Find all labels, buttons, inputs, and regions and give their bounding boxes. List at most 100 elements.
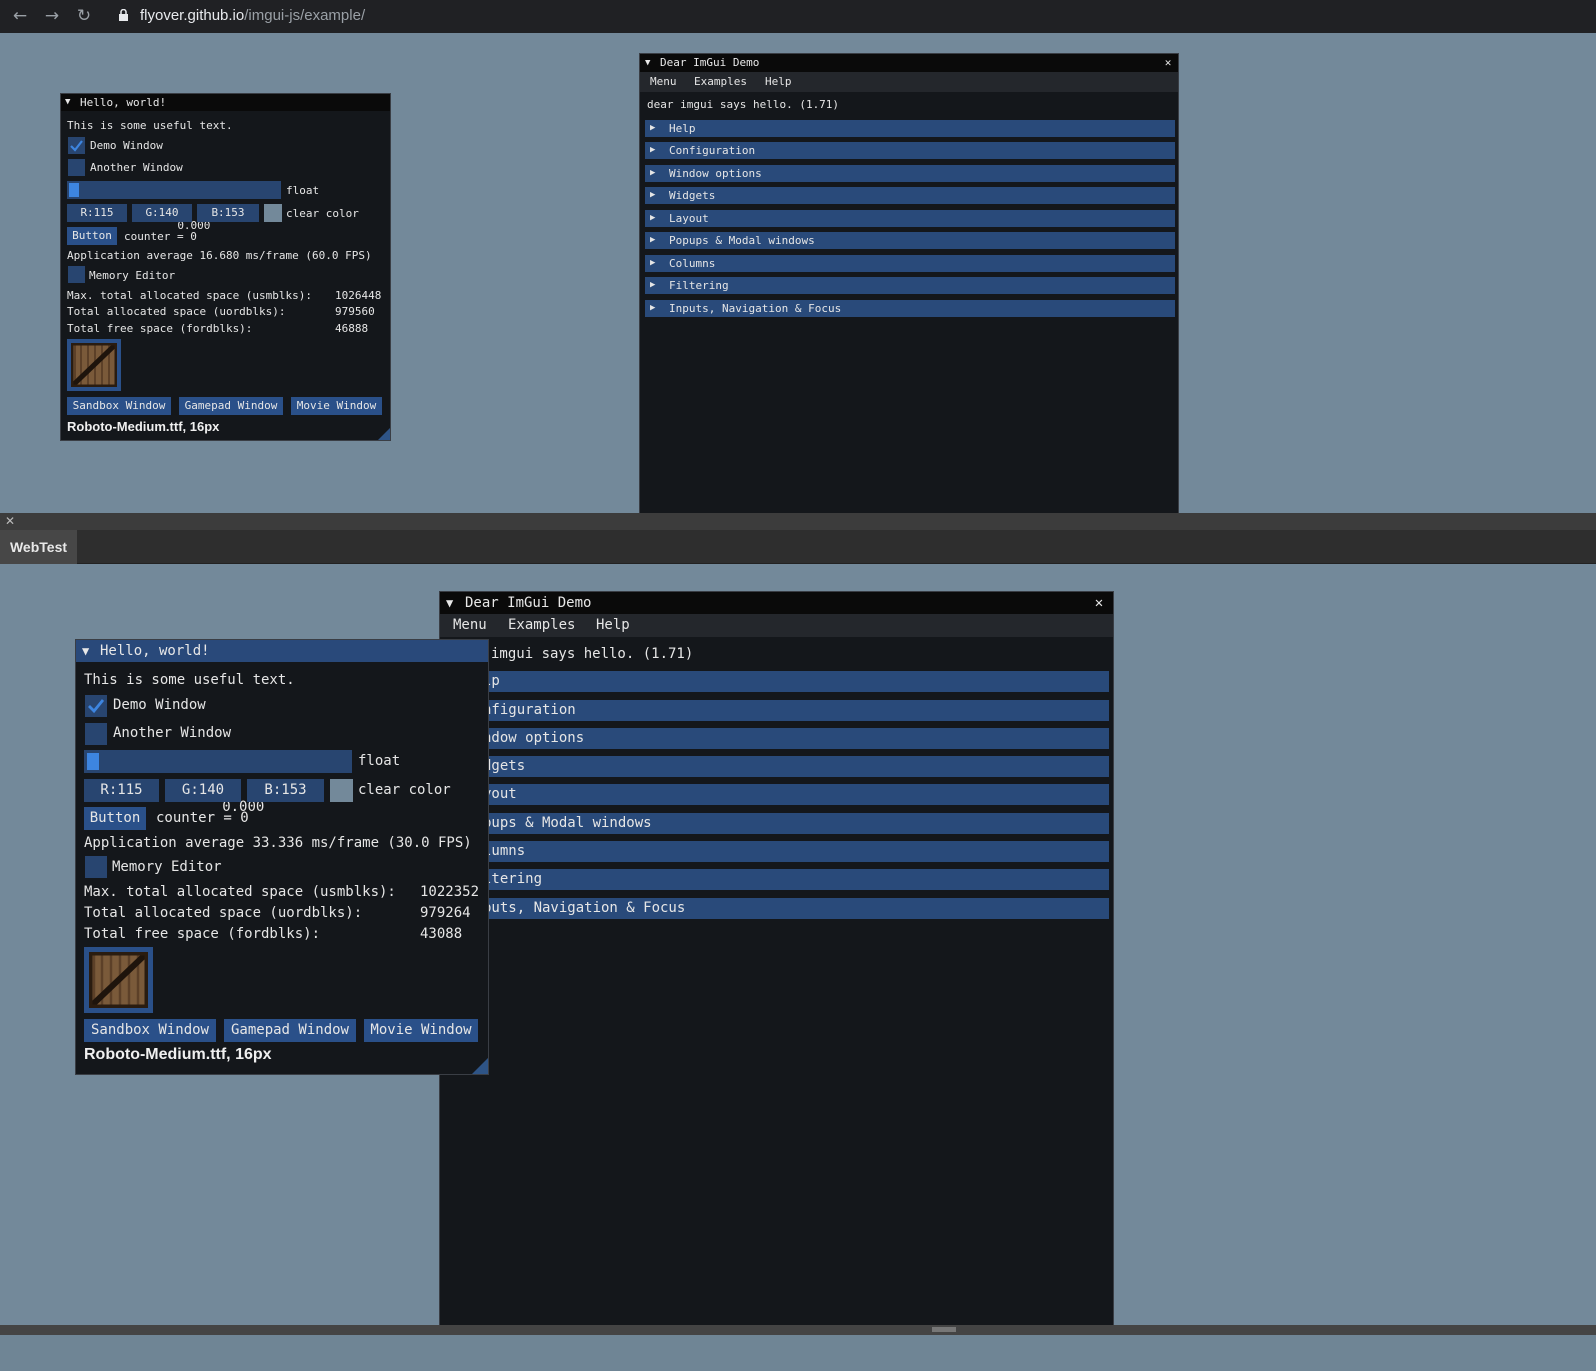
movie-window-button[interactable]: Movie Window (364, 1019, 478, 1042)
header-widgets[interactable]: dgets (447, 756, 1109, 777)
header-columns[interactable]: ▶ Columns (645, 255, 1175, 272)
menu-item[interactable]: Menu (453, 614, 487, 637)
demo-window-checkbox[interactable] (68, 137, 85, 154)
close-icon[interactable]: ✕ (1162, 54, 1174, 72)
header-label: Layout (669, 212, 709, 225)
float-slider[interactable]: 0.000 (84, 750, 352, 815)
header-layout[interactable]: yout (447, 784, 1109, 805)
devtools-divider[interactable]: ✕ (0, 513, 1596, 530)
color-b-input[interactable]: B:153 (247, 779, 324, 802)
header-popups[interactable]: ▶ Popups & Modal windows (645, 232, 1175, 249)
mem-alloc-label: Total allocated space (uordblks): (67, 305, 286, 318)
menu-item[interactable]: Menu (650, 72, 677, 92)
color-swatch[interactable] (330, 779, 353, 802)
mem-max-value: 1022352 (420, 884, 480, 900)
useful-text: This is some useful text. (67, 119, 233, 132)
header-filtering[interactable]: ▶ Filtering (645, 277, 1175, 294)
demo-title-bar[interactable]: ▼ Dear ImGui Demo ✕ (640, 54, 1178, 72)
color-g-input[interactable]: G:140 (165, 779, 241, 802)
arrow-right-icon[interactable]: → (40, 4, 64, 28)
header-layout[interactable]: ▶ Layout (645, 210, 1175, 227)
header-label: Window options (669, 167, 762, 180)
slider-grab[interactable] (69, 183, 79, 197)
expand-arrow-icon: ▶ (650, 258, 656, 268)
counter-button[interactable]: Button (84, 807, 146, 830)
clear-color-label: clear color (286, 207, 359, 220)
arrow-left-icon[interactable]: ← (8, 4, 32, 28)
collapse-triangle-icon[interactable]: ▼ (446, 592, 453, 614)
mem-free-value: 43088 (420, 926, 463, 942)
header-inputs[interactable]: puts, Navigation & Focus (447, 898, 1109, 919)
counter-button[interactable]: Button (67, 227, 117, 245)
movie-window-button[interactable]: Movie Window (291, 397, 382, 415)
slider-grab[interactable] (87, 753, 99, 770)
memory-editor-checkbox[interactable] (68, 266, 85, 283)
mem-free-label: Total free space (fordblks): (84, 926, 321, 942)
header-window-options[interactable]: ▶ Window options (645, 165, 1175, 182)
close-icon[interactable]: ✕ (5, 513, 15, 530)
hello-title-bar[interactable]: ▼ Hello, world! (76, 640, 488, 662)
header-widgets[interactable]: ▶ Widgets (645, 187, 1175, 204)
url-host: flyover.github.io (140, 7, 245, 24)
header-configuration[interactable]: nfiguration (447, 700, 1109, 721)
header-help[interactable]: ▶ Help (645, 120, 1175, 137)
bottom-canvas[interactable]: ▼ Dear ImGui Demo ✕ Menu Examples Help i… (0, 564, 1596, 1325)
imgui-demo-window[interactable]: ▼ Dear ImGui Demo ✕ Menu Examples Help d… (639, 53, 1179, 513)
resize-handle-icon[interactable] (932, 1327, 956, 1332)
gamepad-window-button[interactable]: Gamepad Window (224, 1019, 356, 1042)
header-inputs[interactable]: ▶ Inputs, Navigation & Focus (645, 300, 1175, 317)
expand-arrow-icon: ▶ (650, 280, 656, 290)
reload-icon[interactable]: ↻ (72, 4, 96, 28)
hello-title-bar[interactable]: ▼ Hello, world! (61, 94, 390, 111)
header-window-options[interactable]: ndow options (447, 728, 1109, 749)
bottom-resize-strip[interactable] (0, 1325, 1596, 1335)
crate-image-button[interactable] (67, 339, 121, 391)
collapse-triangle-icon[interactable]: ▼ (82, 640, 89, 662)
close-icon[interactable]: ✕ (1091, 592, 1107, 614)
expand-arrow-icon: ▶ (650, 123, 656, 133)
menu-item[interactable]: Help (596, 614, 630, 637)
header-configuration[interactable]: ▶ Configuration (645, 142, 1175, 159)
color-r-input[interactable]: R:115 (84, 779, 159, 802)
imgui-demo-window[interactable]: ▼ Dear ImGui Demo ✕ Menu Examples Help i… (439, 591, 1114, 1325)
demo-title-bar[interactable]: ▼ Dear ImGui Demo ✕ (440, 592, 1113, 614)
header-label: nfiguration (483, 702, 576, 718)
collapse-triangle-icon[interactable]: ▼ (65, 94, 70, 111)
color-r-input[interactable]: R:115 (67, 204, 127, 222)
top-canvas[interactable]: ▼ Hello, world! This is some useful text… (0, 33, 1596, 513)
address-bar[interactable]: flyover.github.io/imgui-js/example/ (140, 6, 365, 26)
header-columns[interactable]: lumns (447, 841, 1109, 862)
memory-editor-label: Memory Editor (112, 859, 222, 875)
gamepad-window-button[interactable]: Gamepad Window (179, 397, 283, 415)
demo-window-label: Demo Window (90, 139, 163, 152)
hello-world-window[interactable]: ▼ Hello, world! This is some useful text… (75, 639, 489, 1075)
color-b-input[interactable]: B:153 (197, 204, 259, 222)
sandbox-window-button[interactable]: Sandbox Window (84, 1019, 216, 1042)
mem-max-value: 1026448 (335, 289, 382, 302)
color-swatch[interactable] (264, 204, 282, 222)
another-window-checkbox[interactable] (85, 723, 107, 745)
sandbox-window-button[interactable]: Sandbox Window (67, 397, 171, 415)
color-g-input[interactable]: G:140 (132, 204, 192, 222)
menu-item[interactable]: Examples (508, 614, 575, 637)
expand-arrow-icon: ▶ (650, 168, 656, 178)
memory-editor-checkbox[interactable] (85, 856, 107, 878)
header-label: Widgets (669, 189, 716, 202)
hello-world-window[interactable]: ▼ Hello, world! This is some useful text… (60, 93, 391, 441)
another-window-checkbox[interactable] (68, 159, 85, 176)
collapse-triangle-icon[interactable]: ▼ (645, 54, 650, 72)
tab-webtest[interactable]: WebTest (0, 530, 77, 564)
header-label: Filtering (669, 279, 729, 292)
resize-grip[interactable] (378, 428, 390, 440)
crate-image-button[interactable] (84, 947, 153, 1013)
demo-window-checkbox[interactable] (85, 695, 107, 717)
header-popups[interactable]: pups & Modal windows (447, 813, 1109, 834)
menu-item[interactable]: Help (765, 72, 792, 92)
resize-grip[interactable] (472, 1058, 488, 1074)
float-slider[interactable]: 0.000 (67, 181, 281, 232)
header-filtering[interactable]: ltering (447, 869, 1109, 890)
header-label: lumns (483, 843, 526, 859)
menu-item[interactable]: Examples (694, 72, 747, 92)
header-help[interactable]: lp (447, 671, 1109, 692)
browser-toolbar: ← → ↻ flyover.github.io/imgui-js/example… (0, 0, 1596, 33)
